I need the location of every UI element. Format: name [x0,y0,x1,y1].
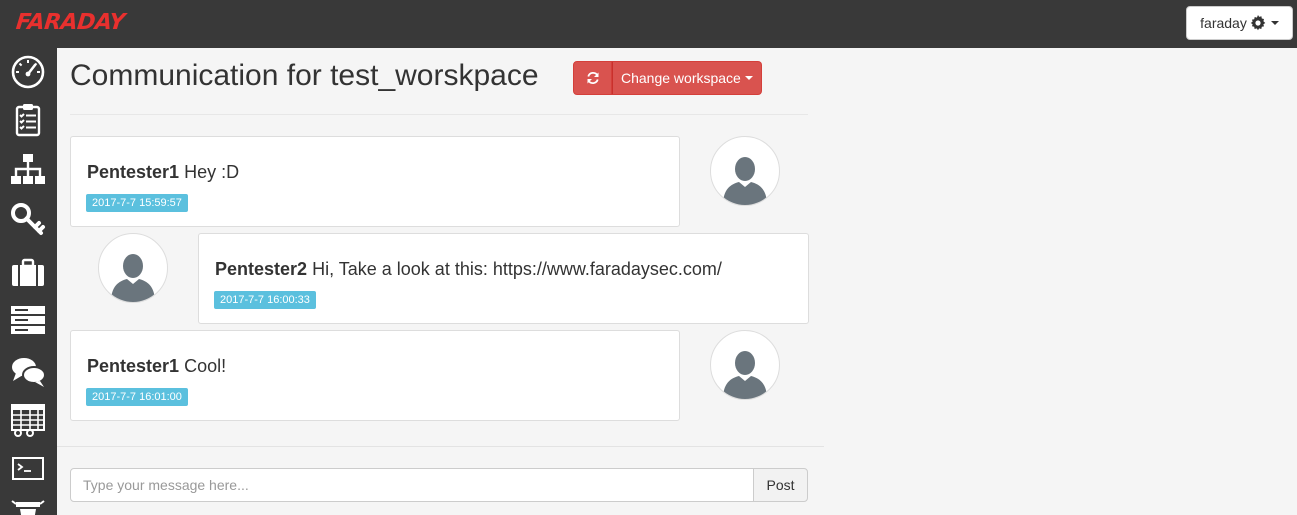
timestamp-badge: 2017-7-7 16:01:00 [86,388,188,406]
faraday-logo[interactable]: FARADAY [15,10,126,36]
chat-bubbles-icon [12,358,46,387]
divider [57,446,824,447]
sidebar-item-data-analysis[interactable] [6,400,50,440]
sidebar-item-extra[interactable] [6,490,50,515]
sidebar-item-terminal[interactable] [6,448,50,488]
sidebar-item-hosts[interactable] [6,300,50,340]
message-author: Pentester1 [87,356,180,376]
table-grid-icon [11,404,45,437]
message-author: Pentester2 [215,259,308,279]
avatar [710,136,780,206]
change-workspace-label: Change workspace [621,70,741,86]
user-silhouette-icon [723,351,767,399]
sidebar-item-workspaces[interactable] [6,149,50,189]
user-menu-label: faraday [1200,15,1247,31]
clipboard-checklist-icon [15,104,41,137]
gear-icon [1250,15,1266,31]
refresh-icon [586,71,599,85]
user-menu-button[interactable]: faraday [1186,6,1293,40]
change-workspace-button[interactable]: Change workspace [612,61,762,95]
chat-message: Pentester1 Hey :D 2017-7-7 15:59:57 [70,136,680,227]
sidebar-item-communication[interactable] [6,351,50,391]
sidebar-item-status-report[interactable] [6,100,50,140]
post-button[interactable]: Post [753,468,808,502]
refresh-button[interactable] [573,61,612,95]
message-text: Hi, Take a look at this: https://www.far… [312,259,722,279]
sidebar [0,48,57,515]
sidebar-item-credentials[interactable] [6,200,50,240]
timestamp-badge: 2017-7-7 16:00:33 [214,291,316,309]
servers-icon [11,306,45,334]
avatar [710,330,780,400]
message-text: Hey :D [184,162,240,182]
sidebar-item-executive-report[interactable] [6,252,50,292]
speedometer-icon [11,55,45,89]
terminal-icon [12,457,44,480]
sidebar-item-dashboard[interactable] [6,52,50,92]
top-navbar: FARADAY faraday [0,0,1297,48]
divider [70,114,808,115]
chevron-down-icon [744,76,753,80]
message-input[interactable] [70,468,754,502]
user-silhouette-icon [111,254,155,302]
user-silhouette-icon [723,157,767,205]
message-text: Cool! [184,356,227,376]
briefcase-icon [12,258,44,286]
bug-icon [11,500,45,515]
main-content: Communication for test_worskpace Change … [57,48,1297,515]
hierarchy-icon [11,154,45,184]
timestamp-badge: 2017-7-7 15:59:57 [86,194,188,212]
page-title: Communication for test_worskpace [70,59,539,92]
workspace-button-group: Change workspace [573,61,762,95]
message-author: Pentester1 [87,162,180,182]
chevron-down-icon [1270,21,1279,25]
keys-icon [11,203,45,235]
chat-message: Pentester2 Hi, Take a look at this: http… [198,233,809,324]
chat-message: Pentester1 Cool! 2017-7-7 16:01:00 [70,330,680,421]
avatar [98,233,168,303]
